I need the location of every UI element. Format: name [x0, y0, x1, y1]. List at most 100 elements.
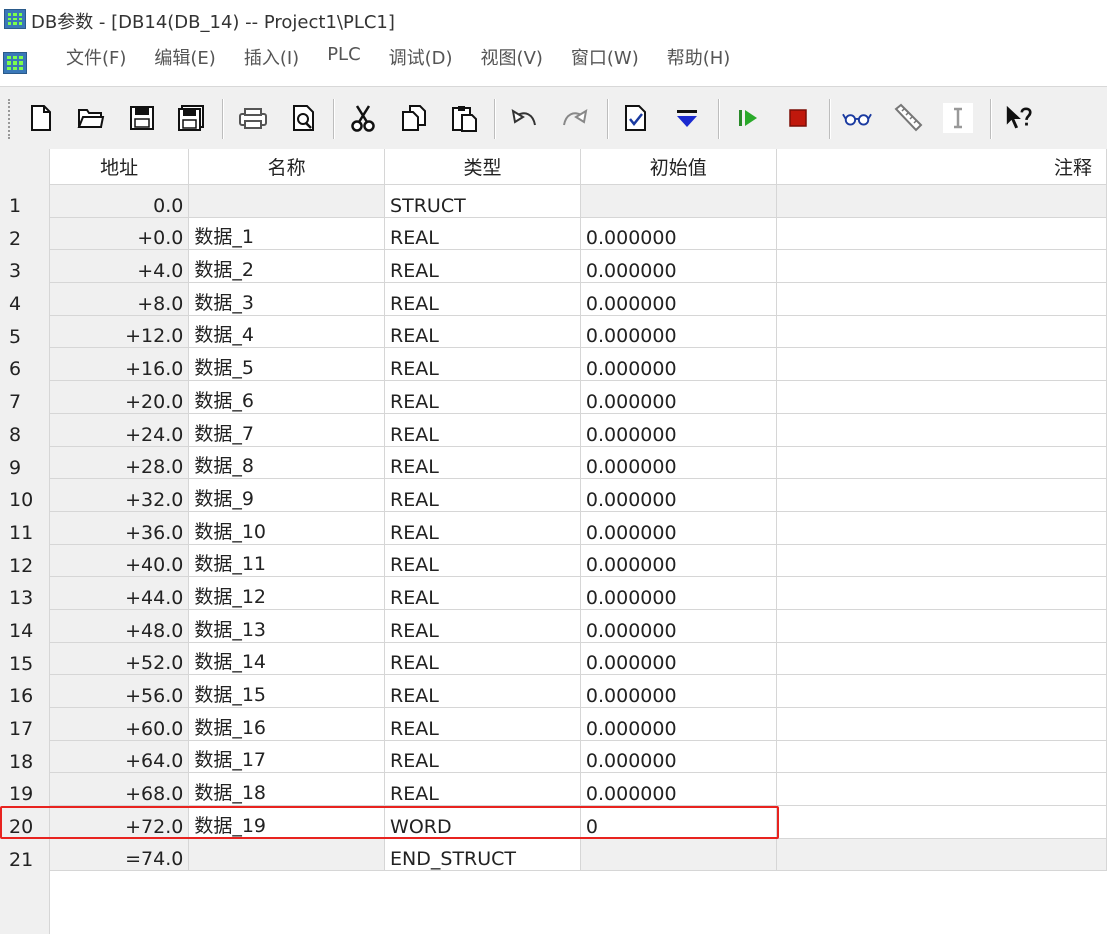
cell-initial-value[interactable]: 0.000000	[580, 707, 777, 741]
ruler-icon[interactable]	[893, 103, 923, 133]
cell-name[interactable]: 数据_15	[188, 674, 386, 708]
cell-name[interactable]: 数据_19	[188, 805, 386, 839]
menu-debug[interactable]: 调试(D)	[389, 44, 453, 70]
table-row[interactable]: +12.0 数据_4 REAL 0.000000	[50, 315, 1107, 349]
table-row[interactable]: +28.0 数据_8 REAL 0.000000	[50, 446, 1107, 480]
cell-type[interactable]: REAL	[384, 772, 581, 807]
table-row[interactable]: +24.0 数据_7 REAL 0.000000	[50, 413, 1107, 447]
cell-type[interactable]: REAL	[384, 446, 581, 480]
cell-comment[interactable]	[776, 315, 1107, 349]
cell-type[interactable]: REAL	[384, 740, 581, 774]
row-number[interactable]: 17	[0, 707, 50, 740]
row-number[interactable]: 19	[0, 772, 50, 805]
table-row[interactable]: +60.0 数据_16 REAL 0.000000	[50, 707, 1107, 741]
cell-name[interactable]: 数据_16	[188, 707, 386, 741]
table-row[interactable]: +8.0 数据_3 REAL 0.000000	[50, 282, 1107, 316]
cell-comment[interactable]	[776, 544, 1107, 578]
row-number[interactable]: 6	[0, 347, 50, 380]
cell-initial-value[interactable]: 0.000000	[580, 576, 777, 610]
cell-address[interactable]: +72.0	[50, 805, 190, 839]
cell-comment[interactable]	[776, 511, 1107, 545]
row-number[interactable]: 7	[0, 380, 50, 413]
row-number[interactable]: 10	[0, 478, 50, 511]
table-row[interactable]: +36.0 数据_10 REAL 0.000000	[50, 511, 1107, 545]
cell-type[interactable]: REAL	[384, 511, 581, 545]
cell-type[interactable]: REAL	[384, 609, 581, 643]
cell-address[interactable]: +8.0	[50, 282, 190, 316]
download-icon[interactable]	[672, 103, 702, 133]
cell-initial-value[interactable]: 0.000000	[580, 642, 777, 676]
cell-initial-value[interactable]	[580, 184, 777, 218]
cell-name[interactable]: 数据_4	[188, 315, 386, 349]
cell-initial-value[interactable]: 0.000000	[580, 446, 777, 480]
cell-initial-value[interactable]: 0.000000	[580, 249, 777, 284]
row-number[interactable]: 15	[0, 642, 50, 675]
column-header-comment[interactable]: 注释	[776, 149, 1107, 185]
cell-initial-value[interactable]: 0.000000	[580, 772, 777, 807]
row-number[interactable]: 3	[0, 249, 50, 282]
help-icon[interactable]	[1004, 103, 1034, 133]
cell-address[interactable]: +12.0	[50, 315, 190, 349]
row-number[interactable]: 8	[0, 413, 50, 446]
print-icon[interactable]	[238, 103, 268, 133]
cell-type[interactable]: END_STRUCT	[384, 838, 581, 872]
cell-address[interactable]: +56.0	[50, 674, 190, 708]
menu-insert[interactable]: 插入(I)	[244, 44, 299, 70]
cell-comment[interactable]	[776, 478, 1107, 512]
cell-address[interactable]: =74.0	[50, 838, 190, 872]
copy-icon[interactable]	[399, 103, 429, 133]
cell-initial-value[interactable]: 0.000000	[580, 347, 777, 382]
cell-comment[interactable]	[776, 805, 1107, 839]
cell-address[interactable]: +64.0	[50, 740, 190, 774]
table-row[interactable]: +32.0 数据_9 REAL 0.000000	[50, 478, 1107, 512]
cell-name[interactable]: 数据_6	[188, 380, 386, 414]
table-row[interactable]: +64.0 数据_17 REAL 0.000000	[50, 740, 1107, 774]
menu-help[interactable]: 帮助(H)	[667, 44, 731, 70]
table-row[interactable]: +0.0 数据_1 REAL 0.000000	[50, 217, 1107, 251]
cell-comment[interactable]	[776, 347, 1107, 382]
menu-file[interactable]: 文件(F)	[66, 44, 126, 70]
cell-comment[interactable]	[776, 772, 1107, 807]
open-icon[interactable]	[76, 103, 106, 133]
cell-initial-value[interactable]: 0.000000	[580, 413, 777, 447]
print-preview-icon[interactable]	[289, 103, 319, 133]
cell-name[interactable]: 数据_18	[188, 772, 386, 807]
stop-icon[interactable]	[783, 103, 813, 133]
cell-address[interactable]: +52.0	[50, 642, 190, 676]
cell-comment[interactable]	[776, 282, 1107, 316]
cell-name[interactable]	[188, 838, 386, 872]
cell-name[interactable]: 数据_12	[188, 576, 386, 610]
cut-icon[interactable]	[348, 103, 378, 133]
column-header-address[interactable]: 地址	[50, 149, 190, 185]
cell-type[interactable]: REAL	[384, 544, 581, 578]
cell-address[interactable]: +24.0	[50, 413, 190, 447]
cell-name[interactable]: 数据_2	[188, 249, 386, 284]
cell-comment[interactable]	[776, 576, 1107, 610]
cell-address[interactable]: +28.0	[50, 446, 190, 480]
cell-name[interactable]: 数据_7	[188, 413, 386, 447]
row-number[interactable]: 20	[0, 805, 50, 838]
cell-address[interactable]: +68.0	[50, 772, 190, 807]
cell-comment[interactable]	[776, 380, 1107, 414]
cell-type[interactable]: REAL	[384, 217, 581, 251]
menu-window[interactable]: 窗口(W)	[571, 44, 639, 70]
cell-address[interactable]: +0.0	[50, 217, 190, 251]
cell-type[interactable]: REAL	[384, 347, 581, 382]
save-all-icon[interactable]	[176, 103, 206, 133]
cell-name[interactable]: 数据_3	[188, 282, 386, 316]
table-row[interactable]: +4.0 数据_2 REAL 0.000000	[50, 249, 1107, 284]
cell-address[interactable]: +48.0	[50, 609, 190, 643]
cell-comment[interactable]	[776, 642, 1107, 676]
menu-plc[interactable]: PLC	[327, 44, 360, 70]
cell-name[interactable]: 数据_1	[188, 217, 386, 251]
redo-icon[interactable]	[560, 103, 590, 133]
row-number[interactable]: 9	[0, 446, 50, 479]
cell-name[interactable]: 数据_5	[188, 347, 386, 382]
cell-type[interactable]: WORD	[384, 805, 581, 839]
table-row[interactable]: +20.0 数据_6 REAL 0.000000	[50, 380, 1107, 414]
check-icon[interactable]	[621, 103, 651, 133]
cell-comment[interactable]	[776, 184, 1107, 218]
text-cursor-icon[interactable]	[943, 103, 973, 133]
row-number[interactable]: 21	[0, 838, 50, 871]
cell-initial-value[interactable]: 0.000000	[580, 740, 777, 774]
